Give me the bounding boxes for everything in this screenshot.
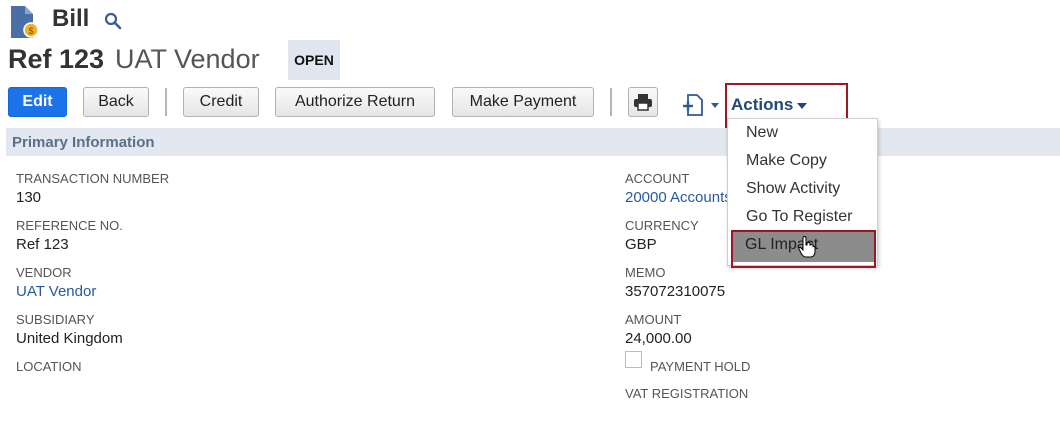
vendor-label: VENDOR	[16, 265, 72, 280]
toolbar-divider	[610, 88, 612, 116]
reference-no-label: REFERENCE NO.	[16, 218, 123, 233]
authorize-return-button[interactable]: Authorize Return	[275, 87, 435, 117]
bill-record-icon: $	[9, 5, 39, 39]
account-link[interactable]: 20000 Accounts	[625, 189, 732, 206]
menu-item-show-activity[interactable]: Show Activity	[746, 180, 840, 198]
payment-hold-checkbox[interactable]	[625, 351, 642, 368]
menu-item-go-to-register[interactable]: Go To Register	[746, 208, 852, 226]
printer-icon	[634, 94, 652, 111]
section-title: Primary Information	[12, 134, 155, 151]
back-button[interactable]: Back	[83, 87, 149, 117]
actions-label: Actions	[731, 95, 794, 114]
payment-hold-label: PAYMENT HOLD	[650, 359, 751, 374]
account-label: ACCOUNT	[625, 171, 690, 186]
new-document-icon	[683, 94, 719, 116]
currency-label: CURRENCY	[625, 218, 699, 233]
record-vendor-title: UAT Vendor	[115, 44, 260, 74]
amount-label: AMOUNT	[625, 312, 682, 327]
status-badge: OPEN	[288, 40, 340, 80]
transaction-number-label: TRANSACTION NUMBER	[16, 171, 170, 186]
primary-information-bar[interactable]	[6, 128, 1060, 156]
reference-no-value: Ref 123	[16, 236, 69, 253]
record-reference-title: Ref 123	[8, 44, 105, 74]
print-button[interactable]	[628, 87, 658, 117]
subsidiary-label: SUBSIDIARY	[16, 312, 95, 327]
transaction-number-value: 130	[16, 189, 42, 206]
location-label: LOCATION	[16, 359, 82, 374]
search-icon[interactable]	[104, 12, 122, 35]
currency-value: GBP	[625, 236, 657, 253]
subsidiary-value: United Kingdom	[16, 330, 123, 347]
vat-registration-label: VAT REGISTRATION	[625, 386, 749, 401]
edit-button[interactable]: Edit	[8, 87, 67, 117]
credit-button[interactable]: Credit	[183, 87, 259, 117]
caret-down-icon	[797, 103, 808, 109]
vendor-link[interactable]: UAT Vendor	[16, 283, 96, 300]
record-type-title: Bill	[52, 5, 90, 32]
make-payment-button[interactable]: Make Payment	[452, 87, 594, 117]
menu-item-new[interactable]: New	[746, 124, 778, 142]
svg-text:$: $	[28, 26, 33, 36]
memo-value: 357072310075	[625, 283, 726, 300]
hand-cursor-icon	[798, 235, 816, 263]
toolbar-divider	[165, 88, 167, 116]
menu-item-make-copy[interactable]: Make Copy	[746, 152, 827, 170]
memo-label: MEMO	[625, 265, 666, 280]
new-document-menu[interactable]	[682, 94, 722, 121]
amount-value: 24,000.00	[625, 330, 692, 347]
actions-menu-button[interactable]: Actions	[731, 92, 808, 118]
